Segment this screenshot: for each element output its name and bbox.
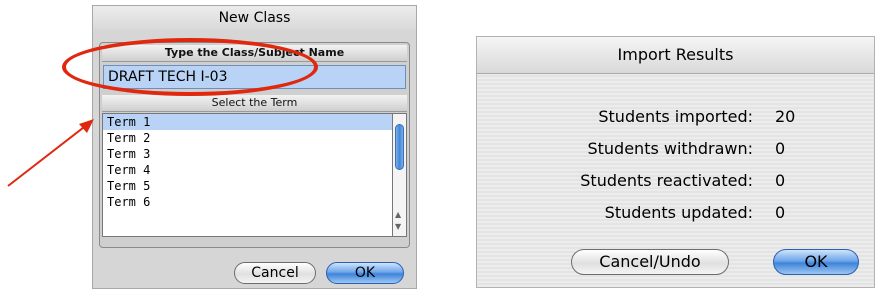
term-list-scrollbar[interactable]: ▲ ▼ bbox=[393, 113, 407, 237]
withdrawn-row: Students withdrawn: bbox=[477, 139, 753, 161]
reactivated-row: Students reactivated: bbox=[477, 171, 753, 193]
withdrawn-value: 0 bbox=[775, 139, 786, 158]
ok-button[interactable]: OK bbox=[773, 249, 859, 275]
term-list[interactable]: Term 1 Term 2 Term 3 Term 4 Term 5 Term … bbox=[102, 113, 393, 237]
imported-label: Students imported: bbox=[598, 107, 753, 126]
withdrawn-label: Students withdrawn: bbox=[587, 139, 753, 158]
term-item-4[interactable]: Term 4 bbox=[103, 162, 392, 178]
scroll-thumb[interactable] bbox=[395, 124, 404, 170]
updated-value: 0 bbox=[775, 203, 786, 222]
annotation-arrow-icon bbox=[7, 119, 94, 187]
scroll-up-arrow-icon[interactable]: ▲ bbox=[395, 210, 401, 219]
updated-row: Students updated: bbox=[477, 203, 753, 225]
updated-label: Students updated: bbox=[604, 203, 753, 222]
imported-row: Students imported: bbox=[477, 107, 753, 129]
scroll-down-arrow-icon[interactable]: ▼ bbox=[395, 222, 401, 231]
term-item-3[interactable]: Term 3 bbox=[103, 146, 392, 162]
cancel-undo-button[interactable]: Cancel/Undo bbox=[571, 249, 729, 275]
term-item-1[interactable]: Term 1 bbox=[103, 114, 392, 130]
import-results-dialog: Import Results Students imported: 20 Stu… bbox=[476, 36, 875, 288]
cancel-button[interactable]: Cancel bbox=[234, 262, 316, 284]
dialog-title: Import Results bbox=[477, 37, 874, 74]
term-item-2[interactable]: Term 2 bbox=[103, 130, 392, 146]
ok-button[interactable]: OK bbox=[326, 262, 404, 284]
dialog-title: New Class bbox=[93, 6, 416, 30]
reactivated-value: 0 bbox=[775, 171, 786, 190]
term-header: Select the Term bbox=[102, 95, 407, 112]
term-item-5[interactable]: Term 5 bbox=[103, 178, 392, 194]
reactivated-label: Students reactivated: bbox=[580, 171, 753, 190]
imported-value: 20 bbox=[775, 107, 796, 126]
term-item-6[interactable]: Term 6 bbox=[103, 194, 392, 210]
